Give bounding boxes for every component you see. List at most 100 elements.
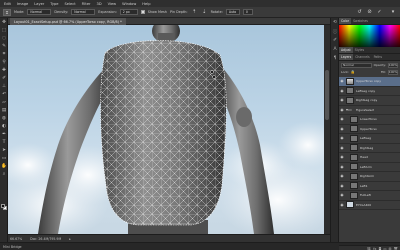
eye-icon[interactable]: ◉ (340, 108, 344, 112)
layer-row[interactable]: ◉ LeftArm (339, 163, 400, 172)
zoom-tool-icon[interactable]: ⌕ (0, 170, 8, 178)
layer-row[interactable]: ◉ RightLeg copy (339, 96, 400, 106)
quick-select-tool-icon[interactable]: ✎ (0, 42, 8, 50)
marquee-tool-icon[interactable]: ⬚ (0, 26, 8, 34)
eye-icon[interactable]: ◉ (340, 155, 344, 159)
menu-view[interactable]: View (108, 2, 117, 6)
layer-row[interactable]: ◉ LeftLeg copy (339, 87, 400, 96)
lock-icon[interactable]: 🔒 (351, 70, 355, 74)
tab-adjust[interactable]: Adjust (339, 47, 353, 53)
layer-name: UpperTorso copy (356, 79, 381, 84)
pin-front-icon[interactable]: ⇡ (191, 9, 198, 16)
type-tool-icon[interactable]: T (0, 138, 8, 146)
expansion-input[interactable]: 2 px (119, 9, 138, 15)
fill-input[interactable]: 100% (388, 69, 398, 75)
document-tab[interactable]: Layout01_ExactSetup.psd @ 66.7% (UpperTo… (10, 18, 126, 25)
menu-select[interactable]: Select (65, 2, 76, 6)
eyedropper-tool-icon[interactable]: ⚲ (0, 58, 8, 66)
layer-row[interactable]: ◉ Left1 (339, 182, 400, 191)
blend-mode-select[interactable]: Normal (341, 62, 372, 68)
mini-bridge-tab[interactable]: Mini Bridge (3, 245, 22, 249)
layer-row[interactable]: ◉ FullLeft (339, 191, 400, 201)
color-spectrum[interactable] (339, 25, 400, 47)
add-style-icon[interactable]: fx (373, 247, 376, 250)
layer-row[interactable]: ◉ LeftLeg (339, 134, 400, 144)
blur-tool-icon[interactable]: ◍ (0, 114, 8, 122)
menu-edit[interactable]: Edit (4, 2, 11, 6)
eye-icon[interactable]: ◉ (340, 117, 344, 121)
eye-icon[interactable]: ◉ (340, 79, 344, 83)
eye-icon[interactable]: ◉ (340, 146, 344, 150)
menu-help[interactable]: Help (142, 2, 150, 6)
new-layer-icon[interactable]: ⊞ (389, 247, 392, 250)
menu-layer[interactable]: Layer (34, 2, 44, 6)
menu-3d[interactable]: 3D (97, 2, 102, 6)
layer-row[interactable]: ◉ Head (339, 153, 400, 163)
tab-layers[interactable]: Layers (339, 54, 354, 60)
tab-channels[interactable]: Channels (353, 54, 371, 60)
clone-stamp-tool-icon[interactable]: ⊥ (0, 82, 8, 90)
remove-pins-icon[interactable]: ↺ (356, 9, 363, 16)
brush-tool-icon[interactable]: ✐ (0, 74, 8, 82)
lasso-tool-icon[interactable]: ◌ (0, 34, 8, 42)
layer-row[interactable]: ◉ UpperTorso (339, 125, 400, 134)
gradient-tool-icon[interactable]: ▤ (0, 106, 8, 114)
scrollbar-thumb[interactable] (325, 70, 329, 120)
add-mask-icon[interactable]: ◘ (379, 247, 382, 250)
tab-color[interactable]: Color (339, 18, 352, 24)
dodge-tool-icon[interactable]: ◐ (0, 122, 8, 130)
menu-image[interactable]: Image (17, 2, 28, 6)
eye-icon[interactable]: ◉ (340, 98, 344, 102)
crop-tool-icon[interactable]: ⌗ (0, 50, 8, 58)
path-select-tool-icon[interactable]: ➤ (0, 146, 8, 154)
document-canvas[interactable] (8, 25, 324, 234)
doc-size: Doc: 26.4M/795.9M (30, 236, 62, 241)
foreground-color-swatch[interactable] (1, 204, 5, 208)
menu-window[interactable]: Window (122, 2, 136, 6)
status-menu-arrow-icon[interactable]: ▸ (69, 237, 71, 241)
eye-icon[interactable]: ◉ (340, 203, 344, 207)
eye-icon[interactable]: ◉ (340, 193, 344, 197)
cancel-warp-icon[interactable]: ⊘ (366, 9, 373, 16)
eye-icon[interactable]: ◉ (340, 127, 344, 131)
workspace-menu-icon[interactable]: ▾ (386, 9, 400, 16)
tab-styles[interactable]: Styles (353, 47, 366, 53)
eye-icon[interactable]: ◉ (340, 174, 344, 178)
move-tool-icon[interactable]: ✥ (0, 18, 8, 26)
layer-thumbnail (350, 163, 358, 171)
eye-icon[interactable]: ◉ (340, 184, 344, 188)
layer-row[interactable]: ◉ RightArm (339, 172, 400, 182)
layer-row[interactable]: ◉ RightLeg (339, 144, 400, 153)
tab-paths[interactable]: Paths (372, 54, 384, 60)
link-layers-icon[interactable]: ⛓ (367, 247, 371, 250)
eraser-tool-icon[interactable]: ▱ (0, 98, 8, 106)
pin-back-icon[interactable]: ⇣ (201, 9, 208, 16)
menu-type[interactable]: Type (50, 2, 58, 6)
tab-swatches[interactable]: Swatches (351, 18, 370, 24)
tool-preset-picker[interactable]: ⌗ (3, 8, 11, 16)
history-brush-tool-icon[interactable]: ↶ (0, 90, 8, 98)
menu-filter[interactable]: Filter (82, 2, 91, 6)
layer-row[interactable]: ◉ LowerTorso (339, 115, 400, 125)
opacity-input[interactable]: 100% (388, 62, 398, 68)
layer-row[interactable]: ◉ EYCLA400 (339, 201, 400, 210)
eye-icon[interactable]: ◉ (340, 165, 344, 169)
layer-row[interactable]: ◉ UpperTorso copy (339, 77, 400, 87)
rotate-select[interactable]: Auto (225, 9, 240, 15)
density-select[interactable]: Normal (71, 9, 96, 15)
mode-select[interactable]: Normal (27, 9, 52, 15)
delete-layer-icon[interactable]: 🗑 (394, 247, 398, 250)
shape-tool-icon[interactable]: ▭ (0, 154, 8, 162)
pen-tool-icon[interactable]: ✒ (0, 130, 8, 138)
show-mesh-checkbox[interactable] (140, 10, 145, 14)
new-group-icon[interactable]: ▭ (383, 247, 386, 250)
hand-tool-icon[interactable]: ✋ (0, 162, 8, 170)
opacity-label: Opacity: (373, 63, 386, 67)
healing-tool-icon[interactable]: ✚ (0, 66, 8, 74)
zoom-level[interactable]: 66.67% (10, 237, 22, 241)
angle-input[interactable]: 0 (242, 9, 253, 15)
commit-warp-icon[interactable]: ✓ (376, 9, 383, 16)
eye-icon[interactable]: ◉ (340, 136, 344, 140)
layer-group-row[interactable]: ◉ ▾▭ FigureSelect (339, 106, 400, 115)
eye-icon[interactable]: ◉ (340, 89, 344, 93)
